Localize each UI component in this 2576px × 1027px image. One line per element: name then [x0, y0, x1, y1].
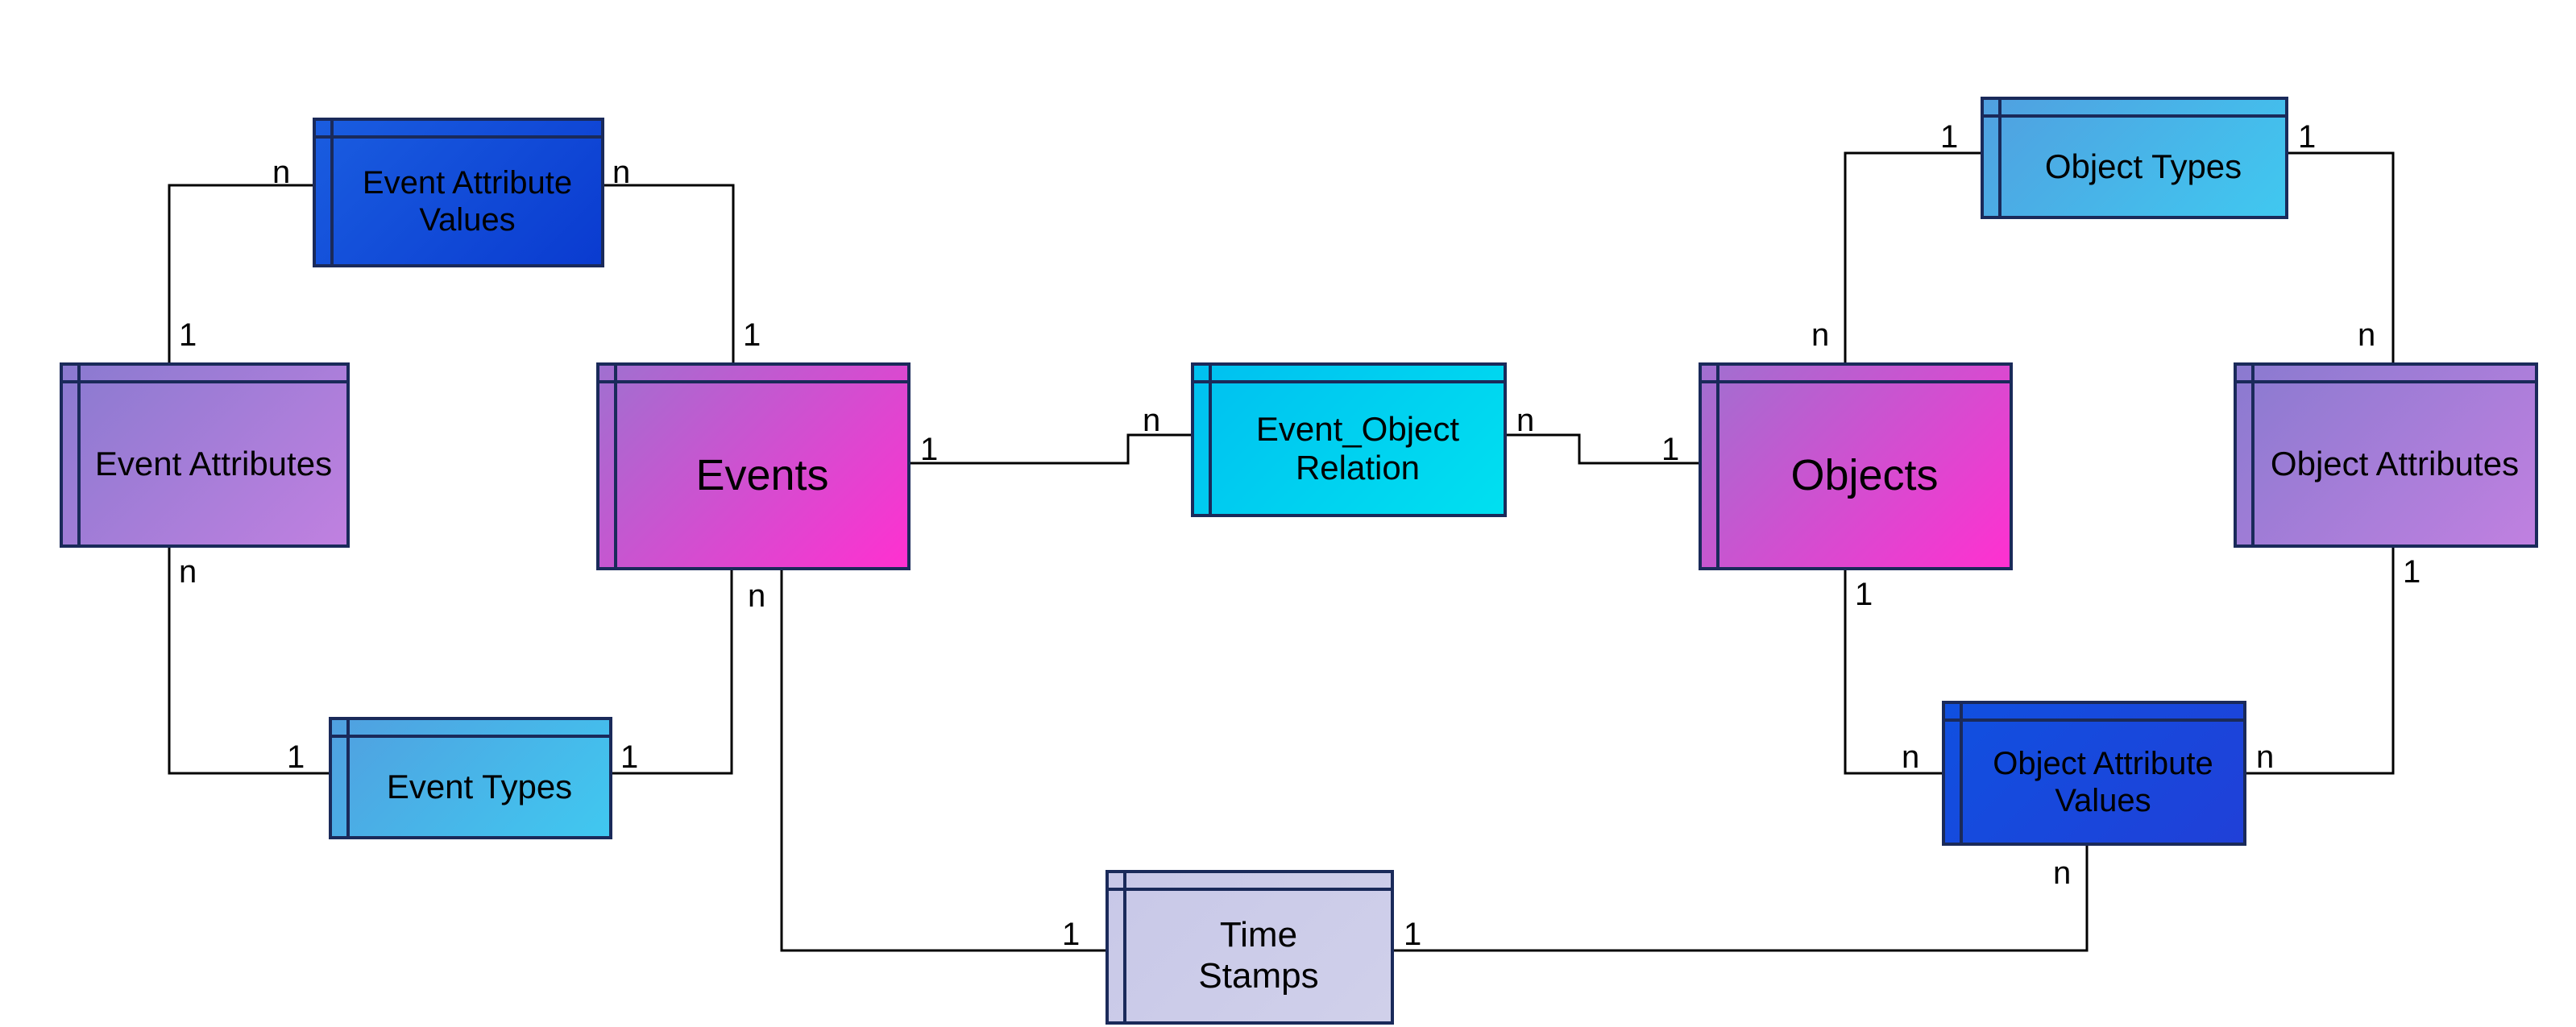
entity-label: Event Types: [350, 738, 609, 836]
entity-label: Objects: [1719, 383, 2010, 567]
entity-label: Events: [617, 383, 907, 567]
entity-objects: Objects: [1699, 362, 2013, 570]
entity-object-attributes: Object Attributes: [2234, 362, 2538, 548]
entity-event-types: Event Types: [329, 717, 612, 839]
cardinality: 1: [2298, 119, 2316, 155]
entity-label: Event Attributes: [81, 383, 346, 545]
entity-object-attribute-values: Object AttributeValues: [1942, 701, 2246, 846]
cardinality: n: [1143, 403, 1160, 439]
cardinality: 1: [1062, 917, 1080, 953]
entity-event-attributes: Event Attributes: [60, 362, 350, 548]
entity-label: Event_ObjectRelation: [1212, 383, 1504, 514]
entity-time-stamps: TimeStamps: [1105, 870, 1394, 1025]
cardinality: 1: [2403, 554, 2420, 590]
cardinality: n: [1811, 317, 1829, 354]
entity-object-types: Object Types: [1981, 97, 2288, 219]
cardinality: n: [748, 578, 765, 615]
cardinality: 1: [1404, 917, 1421, 953]
cardinality: n: [612, 155, 630, 191]
cardinality: n: [2053, 855, 2071, 892]
cardinality: 1: [920, 432, 938, 468]
cardinality: 1: [1661, 432, 1679, 468]
entity-label: Object Attributes: [2255, 383, 2535, 545]
diagram-canvas: Event AttributeValues Event Attributes E…: [0, 0, 2576, 1027]
cardinality: n: [1902, 739, 1919, 776]
entity-label: TimeStamps: [1126, 891, 1391, 1021]
cardinality: n: [179, 554, 197, 590]
cardinality: 1: [179, 317, 197, 354]
cardinality: 1: [1940, 119, 1958, 155]
entity-events: Events: [596, 362, 911, 570]
entity-event-object-relation: Event_ObjectRelation: [1191, 362, 1507, 517]
cardinality: 1: [287, 739, 305, 776]
cardinality: n: [1516, 403, 1534, 439]
entity-label: Event AttributeValues: [334, 139, 601, 264]
cardinality: n: [2256, 739, 2274, 776]
cardinality: 1: [1855, 577, 1873, 613]
cardinality: 1: [743, 317, 761, 354]
cardinality: 1: [620, 739, 638, 776]
entity-label: Object Types: [2001, 118, 2285, 216]
entity-label: Object AttributeValues: [1963, 722, 2243, 843]
entity-event-attribute-values: Event AttributeValues: [313, 118, 604, 267]
cardinality: n: [272, 155, 290, 191]
cardinality: n: [2358, 317, 2375, 354]
